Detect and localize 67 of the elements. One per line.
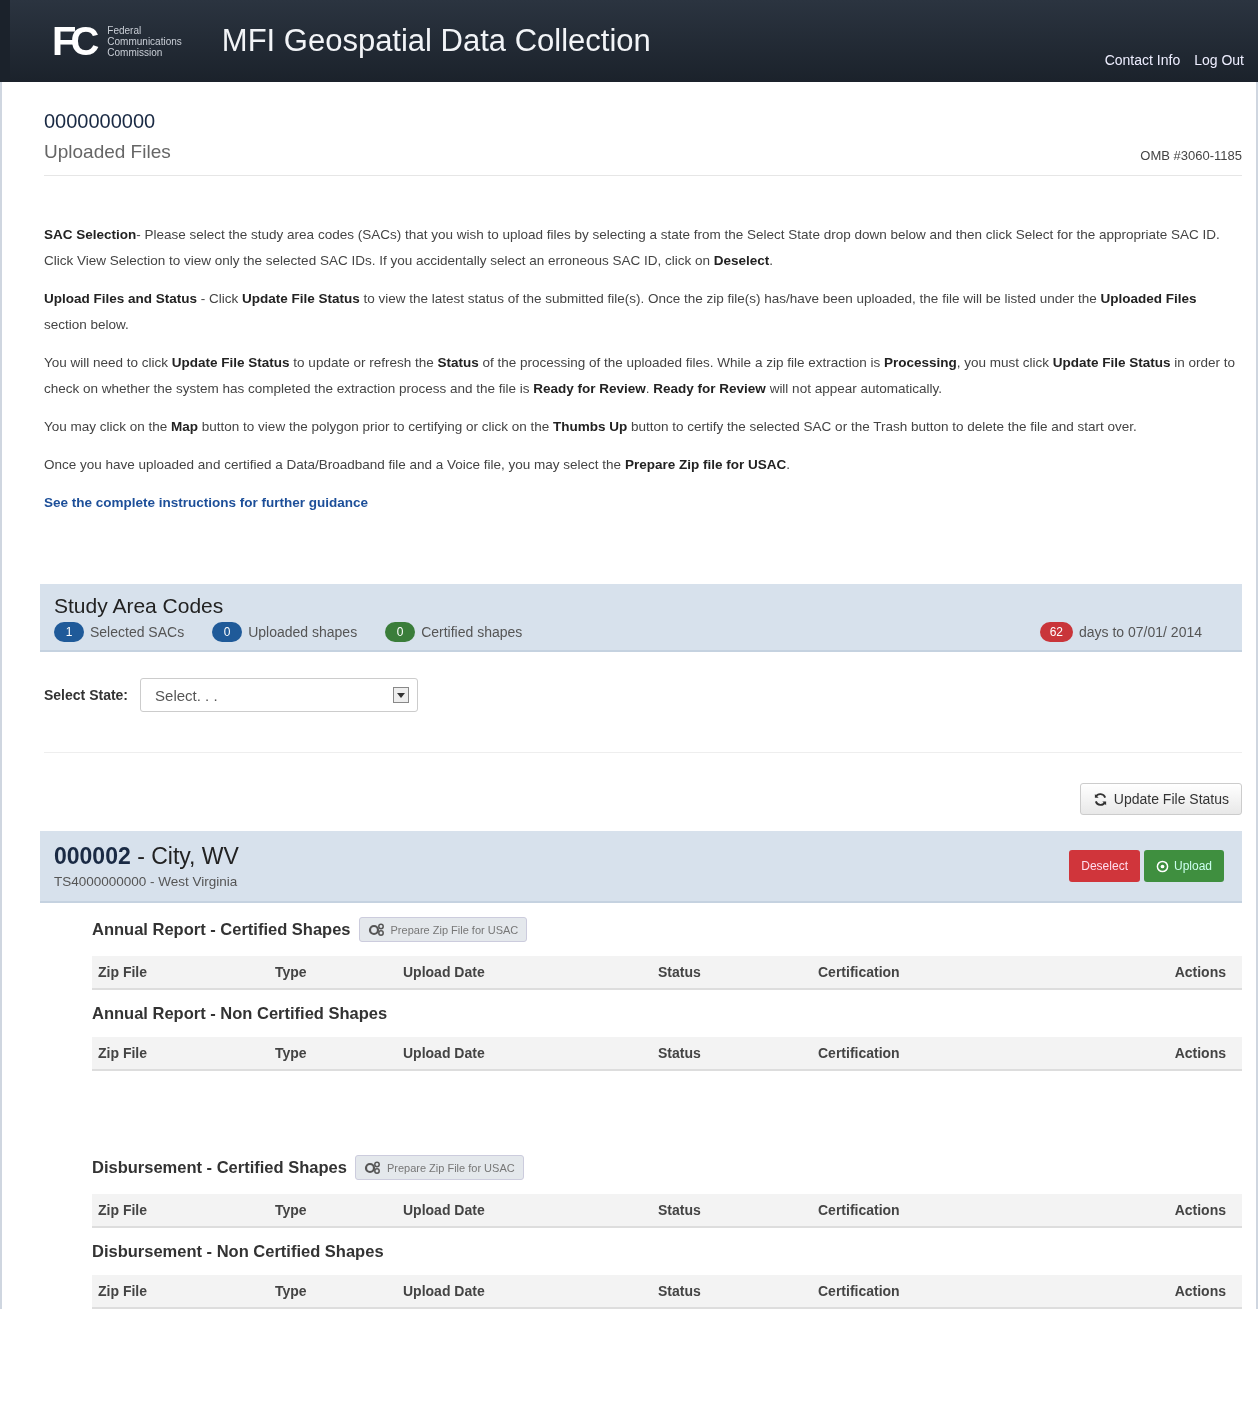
caret-icon [393,687,410,703]
instruction-paragraph: Upload Files and Status - Click Update File Status to view the latest status of the submitted file(s). Once the zip file(s) has/have been uploaded, the file will be listed under the Uploaded Files section below. [44,290,1198,334]
section-title: Annual Report - Certified Shapes [92,920,351,939]
section-title: Disbursement - Non Certified Shapes [92,1242,384,1261]
sac-subtitle: TS4000000000 - West Virginia [54,874,239,889]
column-header: Status [658,964,702,980]
deselect-button[interactable]: Deselect [1069,850,1140,882]
column-header: Actions [1174,1202,1226,1218]
column-header: Certification [818,1045,901,1061]
badge-label: Selected SACs [90,624,185,640]
gears-icon [363,1161,381,1174]
column-header: Upload Date [403,1283,486,1299]
column-header: Status [658,1202,702,1218]
nav-link[interactable]: Contact Info [1104,52,1181,68]
agency-name: Commission [107,46,164,58]
column-header: Type [275,964,308,980]
column-header: Type [275,1202,308,1218]
count-badge: 0 [212,622,243,642]
column-header: Certification [818,1283,901,1299]
column-header: Status [658,1045,702,1061]
column-header: Actions [1174,1045,1226,1061]
column-header: Zip File [98,1283,148,1299]
field-label: Select State: [44,687,129,703]
column-header: Type [275,1283,308,1299]
guidance-link[interactable]: See the complete instructions for further guidance [44,490,369,516]
panel-title: Study Area Codes [54,594,225,618]
section-title: Disbursement - Certified Shapes [92,1158,347,1177]
agency-name: Federal [107,24,143,36]
column-header: Upload Date [403,1045,486,1061]
sac-title: 000002 - City, WV [54,843,239,870]
app-title: MFI Geospatial Data Collection [221,23,652,59]
gears-icon [367,923,385,936]
prepare-zip-button[interactable]: Prepare Zip File for USAC [358,917,528,942]
column-header: Certification [818,1202,901,1218]
column-header: Actions [1174,964,1226,980]
count-badge: 0 [385,622,416,642]
instruction-paragraph: SAC Selection- Please select the study area codes (SACs) that you wish to upload files by selecting a state from the Select State drop down below and then click Select for the appropriate SAC ID. Click View Selection to view only the selected SAC IDs. If you accidentally select an erroneous SAC ID, click on Deselect. [44,226,1221,270]
update-status-button[interactable]: Update File Status [1079,783,1242,815]
upload-button[interactable]: Upload [1143,850,1224,882]
column-header: Type [275,1045,308,1061]
deadline-label: days to 07/01/ 2014 [1079,624,1202,640]
page-subtitle: Uploaded Files [44,141,171,163]
count-badge: 62 [1039,622,1073,642]
state-dropdown[interactable]: Select. . . [140,678,419,712]
column-header: Actions [1174,1283,1226,1299]
instruction-paragraph: You may click on the Map button to view the polygon prior to certifying or click on the Thumbs Up button to certify the selected SAC or the Trash button to delete the file and start over. [44,418,1138,436]
logo: FC [52,18,94,64]
column-header: Zip File [98,964,148,980]
column-header: Zip File [98,1202,148,1218]
agency-name: Communications [107,35,182,47]
refresh-icon [1092,791,1108,807]
prepare-zip-button[interactable]: Prepare Zip File for USAC [354,1155,524,1180]
column-header: Upload Date [403,1202,486,1218]
badge-label: Uploaded shapes [248,624,358,640]
section-title: Annual Report - Non Certified Shapes [92,1004,388,1023]
column-header: Zip File [98,1045,148,1061]
account-number: 0000000000 [44,110,157,133]
nav-link[interactable]: Log Out [1194,52,1244,68]
instruction-paragraph: Once you have uploaded and certified a Data/Broadband file and a Voice file, you may select the Prepare Zip file for USAC. [44,456,791,474]
count-badge: 1 [54,622,84,642]
column-header: Status [658,1283,702,1299]
column-header: Certification [818,964,901,980]
upload-icon [1155,859,1169,873]
omb-number: OMB #3060-1185 [1140,148,1242,163]
instruction-paragraph: You will need to click Update File Status to update or refresh the Status of the processing of the uploaded files. While a zip file extraction is Processing, you must click Update File Status in order to check on whether the system has completed the extraction process and the file is Ready for Review. Ready for Review will not appear automatically. [44,354,1237,398]
column-header: Upload Date [403,964,486,980]
badge-label: Certified shapes [421,624,523,640]
